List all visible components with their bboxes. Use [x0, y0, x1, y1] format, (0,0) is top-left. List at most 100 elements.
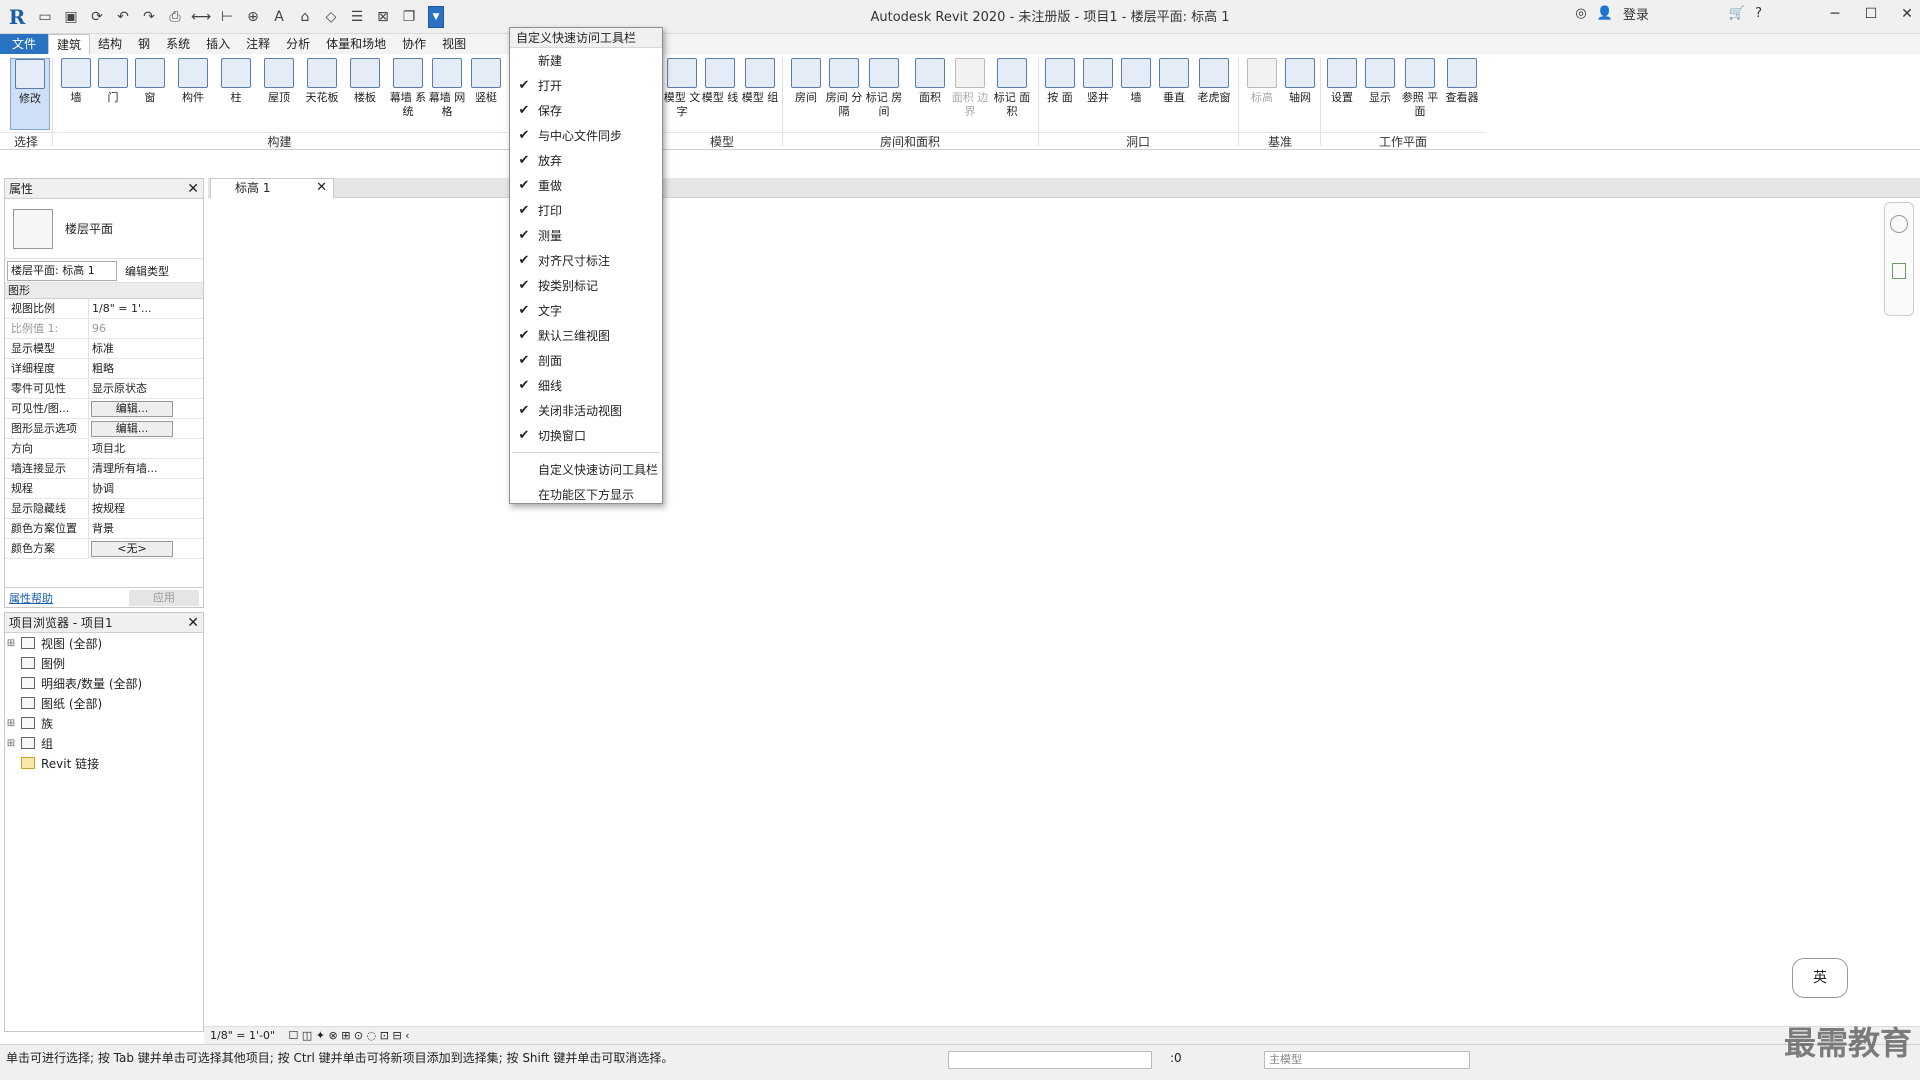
- panel-room-area[interactable]: 房间和面积: [782, 132, 1038, 149]
- prop-row[interactable]: 显示模型 标准: [5, 339, 203, 359]
- redo-icon[interactable]: ↷: [138, 6, 160, 28]
- component-button[interactable]: 构件: [173, 58, 213, 130]
- close-icon[interactable]: ✕: [187, 179, 199, 199]
- workset-combo[interactable]: [948, 1051, 1152, 1069]
- save-icon[interactable]: ▣: [60, 6, 82, 28]
- prop-row[interactable]: 图形显示选项 编辑...: [5, 419, 203, 439]
- zoom-icon[interactable]: [1892, 263, 1906, 279]
- browser-item-groups[interactable]: ⊞ 组: [5, 733, 203, 753]
- tab-systems[interactable]: 系统: [158, 34, 198, 54]
- set-workplane-button[interactable]: 设置: [1322, 58, 1362, 130]
- browser-item-families[interactable]: ⊞ 族: [5, 713, 203, 733]
- browser-item-revit-links[interactable]: Revit 链接: [5, 753, 203, 773]
- prop-row[interactable]: 墙连接显示 清理所有墙...: [5, 459, 203, 479]
- ceiling-button[interactable]: 天花板: [302, 58, 342, 130]
- prop-row[interactable]: 显示隐藏线 按规程: [5, 499, 203, 519]
- switch-window-icon[interactable]: ❐: [398, 6, 420, 28]
- customize-qat-dropdown-icon[interactable]: ▼: [428, 6, 444, 28]
- wall-opening-button[interactable]: 墙: [1116, 58, 1156, 130]
- curtain-system-button[interactable]: 幕墙 系统: [388, 58, 428, 130]
- grid-button[interactable]: 轴网: [1280, 58, 1320, 130]
- panel-select[interactable]: 选择: [0, 132, 52, 149]
- binoculars-icon[interactable]: ◎: [1575, 6, 1586, 21]
- model-group-button[interactable]: 模型 组: [740, 58, 780, 130]
- design-option-combo[interactable]: 主模型: [1264, 1051, 1470, 1069]
- prop-row[interactable]: 方向 项目北: [5, 439, 203, 459]
- prop-row[interactable]: 比例值 1: 96: [5, 319, 203, 339]
- room-separator-button[interactable]: 房间 分隔: [824, 58, 864, 130]
- menu-item-default-3d[interactable]: ✔ 默认三维视图: [510, 323, 662, 348]
- view-control-icons[interactable]: ☐ ◫ ✦ ⊗ ⊞ ⊙ ◌ ⊡ ⊟ ‹: [289, 1029, 410, 1042]
- curtain-grid-button[interactable]: 幕墙 网格: [427, 58, 467, 130]
- undo-icon[interactable]: ↶: [112, 6, 134, 28]
- print-icon[interactable]: ⎙: [164, 6, 186, 28]
- tab-file[interactable]: 文件: [0, 34, 49, 54]
- menu-item-show-below-ribbon[interactable]: 在功能区下方显示: [510, 482, 662, 507]
- tag-area-button[interactable]: 标记 面积: [992, 58, 1032, 130]
- shaft-button[interactable]: 竖井: [1078, 58, 1118, 130]
- model-line-button[interactable]: 模型 线: [700, 58, 740, 130]
- text-icon[interactable]: A: [268, 6, 290, 28]
- browser-item-schedules[interactable]: 明细表/数量 (全部): [5, 673, 203, 693]
- expand-icon[interactable]: ⊞: [5, 718, 17, 729]
- tag-icon[interactable]: ⊕: [242, 6, 264, 28]
- tag-room-button[interactable]: 标记 房间: [864, 58, 904, 130]
- close-icon[interactable]: ✕: [1894, 6, 1920, 22]
- area-boundary-button[interactable]: 面积 边界: [950, 58, 990, 130]
- menu-item-undo[interactable]: ✔ 放弃: [510, 148, 662, 173]
- menu-item-new[interactable]: 新建: [510, 48, 662, 73]
- dormer-button[interactable]: 老虎窗: [1194, 58, 1234, 130]
- viewer-button[interactable]: 查看器: [1442, 58, 1482, 130]
- minimize-icon[interactable]: ─: [1822, 6, 1848, 22]
- properties-help-link[interactable]: 属性帮助: [9, 590, 53, 606]
- menu-item-save[interactable]: ✔ 保存: [510, 98, 662, 123]
- menu-item-sync[interactable]: ✔ 与中心文件同步: [510, 123, 662, 148]
- room-button[interactable]: 房间: [786, 58, 826, 130]
- revit-logo-icon[interactable]: R: [4, 5, 30, 29]
- tab-architecture[interactable]: 建筑: [48, 34, 91, 54]
- menu-item-print[interactable]: ✔ 打印: [510, 198, 662, 223]
- tab-insert[interactable]: 插入: [198, 34, 238, 54]
- 3d-view-icon[interactable]: ⌂: [294, 6, 316, 28]
- close-views-icon[interactable]: ⊠: [372, 6, 394, 28]
- edit-type-button[interactable]: 编辑类型: [125, 263, 169, 279]
- menu-item-open[interactable]: ✔ 打开: [510, 73, 662, 98]
- level-button[interactable]: 标高: [1242, 58, 1282, 130]
- area-button[interactable]: 面积: [910, 58, 950, 130]
- tab-collaborate[interactable]: 协作: [394, 34, 434, 54]
- floor-button[interactable]: 楼板: [345, 58, 385, 130]
- menu-item-switch-windows[interactable]: ✔ 切换窗口: [510, 423, 662, 448]
- menu-item-section[interactable]: ✔ 剖面: [510, 348, 662, 373]
- menu-item-close-inactive[interactable]: ✔ 关闭非活动视图: [510, 398, 662, 423]
- close-icon[interactable]: ✕: [187, 613, 199, 633]
- expand-icon[interactable]: ⊞: [5, 738, 17, 749]
- tab-view[interactable]: 视图: [434, 34, 474, 54]
- tab-analyze[interactable]: 分析: [278, 34, 318, 54]
- open-icon[interactable]: ▭: [34, 6, 56, 28]
- mullion-button[interactable]: 竖梃: [466, 58, 506, 130]
- ime-indicator[interactable]: 英: [1792, 958, 1848, 998]
- cart-icon[interactable]: 🛒: [1729, 6, 1745, 21]
- browser-item-sheets[interactable]: 图纸 (全部): [5, 693, 203, 713]
- tab-steel[interactable]: 钢: [130, 34, 158, 54]
- show-workplane-button[interactable]: 显示: [1360, 58, 1400, 130]
- sync-icon[interactable]: ⟳: [86, 6, 108, 28]
- drawing-canvas[interactable]: [208, 198, 1920, 1026]
- menu-item-measure[interactable]: ✔ 测量: [510, 223, 662, 248]
- tab-massing[interactable]: 体量和场地: [318, 34, 394, 54]
- model-text-button[interactable]: 模型 文字: [662, 58, 702, 130]
- expand-icon[interactable]: ⊞: [5, 638, 17, 649]
- prop-row[interactable]: 零件可见性 显示原状态: [5, 379, 203, 399]
- wall-button[interactable]: 墙: [56, 58, 96, 130]
- menu-item-tag-by-category[interactable]: ✔ 按类别标记: [510, 273, 662, 298]
- graphics-group[interactable]: 图形: [5, 283, 203, 299]
- menu-item-customize[interactable]: 自定义快速访问工具栏: [510, 457, 662, 482]
- menu-item-text[interactable]: ✔ 文字: [510, 298, 662, 323]
- prop-row[interactable]: 可见性/图... 编辑...: [5, 399, 203, 419]
- vertical-button[interactable]: 垂直: [1154, 58, 1194, 130]
- prop-row[interactable]: 视图比例 1/8" = 1'...: [5, 299, 203, 319]
- menu-item-redo[interactable]: ✔ 重做: [510, 173, 662, 198]
- dimension-icon[interactable]: ⊢: [216, 6, 238, 28]
- prop-row[interactable]: 颜色方案 <无>: [5, 539, 203, 559]
- view-tab-level-1[interactable]: 标高 1 ✕: [210, 178, 334, 198]
